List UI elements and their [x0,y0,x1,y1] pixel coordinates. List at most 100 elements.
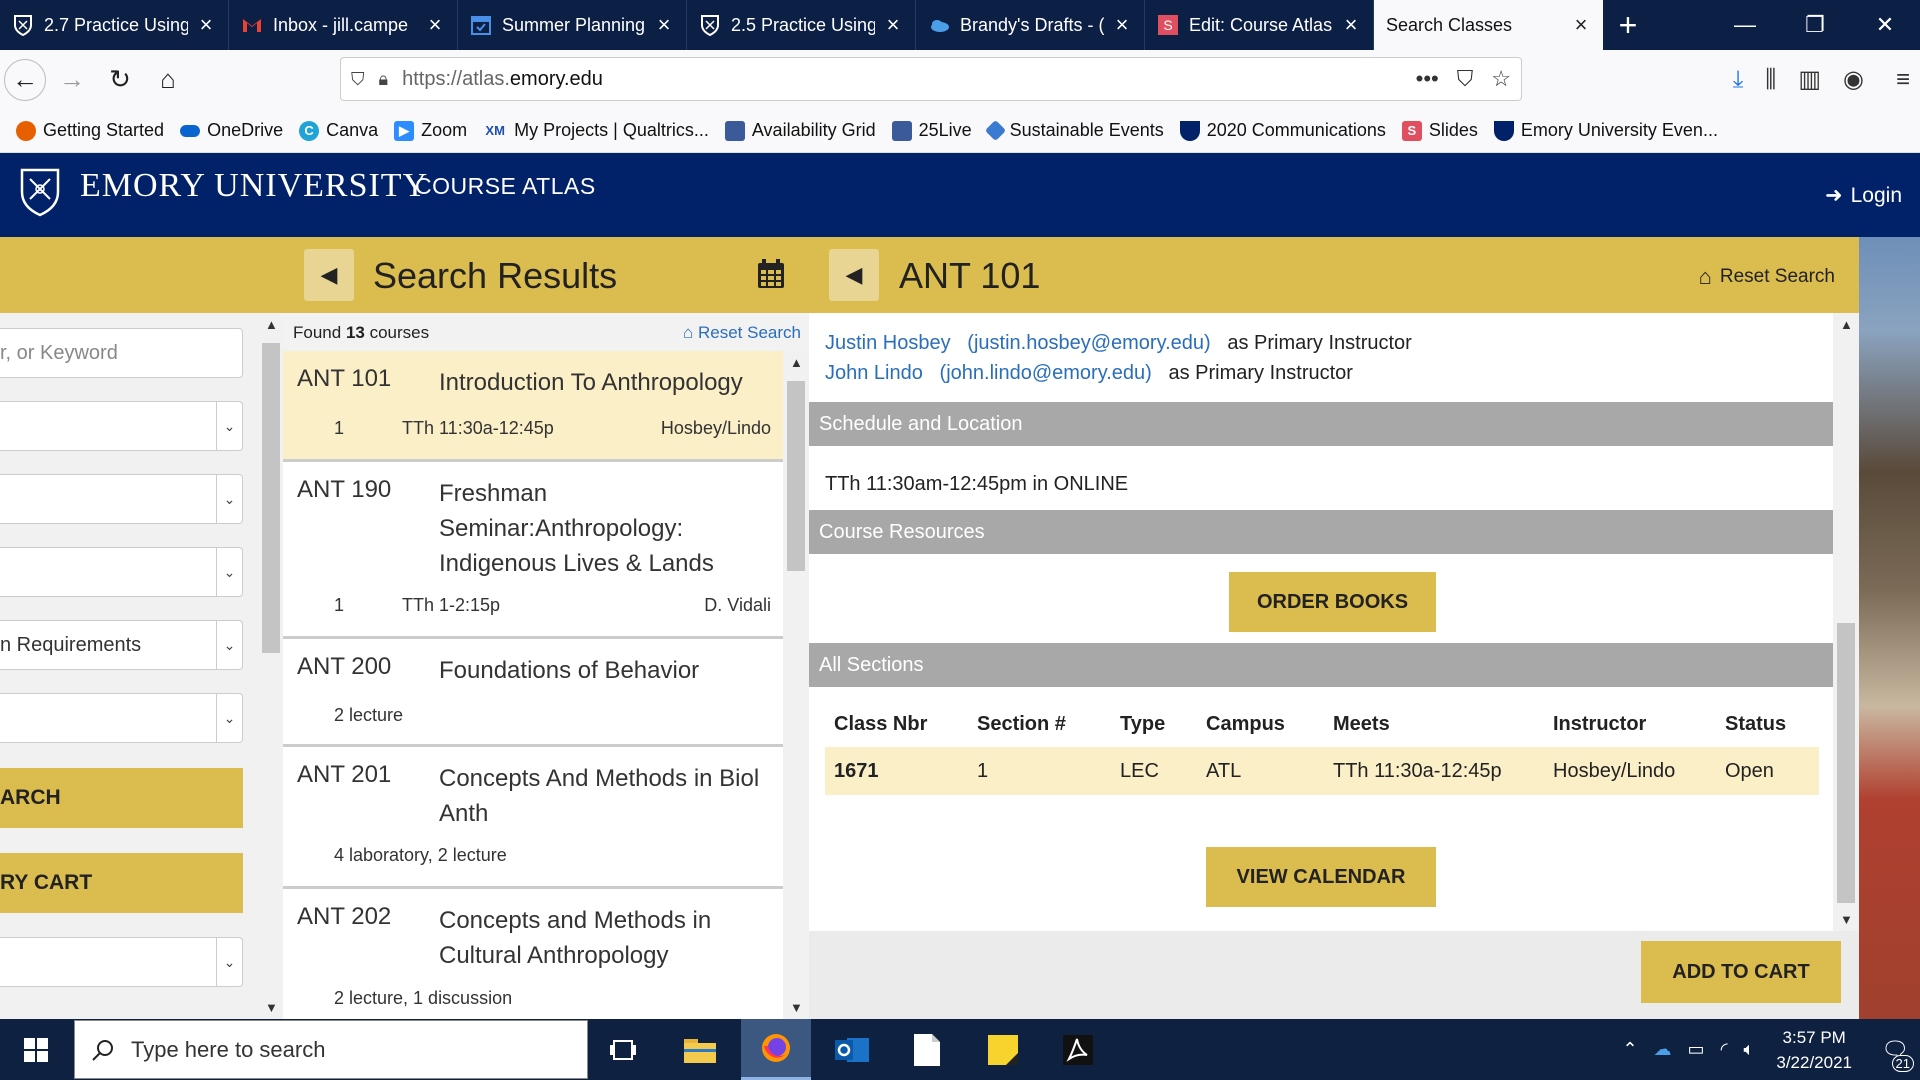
university-name[interactable]: EMORY UNIVERSITY [80,167,428,205]
browser-tab[interactable]: Summer Planning × [458,0,687,50]
taskbar-search-box[interactable]: Type here to search [74,1020,588,1079]
home-button[interactable]: ⌂ [146,58,190,102]
instructor-name-link[interactable]: Justin Hosbey [825,332,951,354]
course-result[interactable]: ANT 200 Foundations of Behavior 2 lectur… [283,639,783,747]
library-icon[interactable]: ⫼ [1765,66,1776,94]
course-result[interactable]: ANT 201 Concepts And Methods in Biol Ant… [283,747,783,889]
bookmark-item[interactable]: C Canva [299,120,378,141]
close-tab-icon[interactable]: × [1112,12,1132,38]
notifications-button[interactable]: 🗨︎ 21 [1870,1019,1920,1080]
scrollbar-thumb[interactable] [1837,623,1855,903]
order-books-button[interactable]: ORDER BOOKS [1229,572,1436,632]
volume-icon[interactable]: 🔈︎ [1744,1039,1755,1060]
course-result-selected[interactable]: ANT 101 Introduction To Anthropology 1 T… [283,351,783,462]
browser-tab[interactable]: 2.7 Practice Using × [0,0,229,50]
bookmark-item[interactable]: OneDrive [180,120,283,141]
bookmark-item[interactable]: 25Live [891,120,972,141]
close-tab-icon[interactable]: × [1571,12,1591,38]
view-calendar-button[interactable]: VIEW CALENDAR [1206,847,1436,907]
close-tab-icon[interactable]: × [196,12,216,38]
filter-select[interactable]: ⌄ [0,401,243,451]
requirements-select[interactable]: n Requirements ⌄ [0,620,243,670]
bookmark-item[interactable]: S Slides [1401,120,1478,141]
account-icon[interactable]: ◉ [1843,65,1864,94]
scrollbar-thumb[interactable] [262,343,280,653]
start-button[interactable] [0,1019,72,1080]
notepad-taskbar-button[interactable] [892,1019,962,1080]
scroll-up-icon[interactable]: ▲ [1840,317,1853,332]
acrobat-taskbar-button[interactable] [1043,1019,1113,1080]
scroll-down-icon[interactable]: ▼ [790,1000,803,1015]
course-result[interactable]: ANT 190 Freshman Seminar:Anthropology: I… [283,462,783,639]
browser-tab-active[interactable]: Search Classes × [1374,0,1603,50]
detail-scrollbar[interactable]: ▲ ▼ [1833,313,1859,931]
browser-tab[interactable]: 2.5 Practice Using × [687,0,916,50]
filter-select[interactable]: ⌄ [0,937,243,987]
restore-icon[interactable]: ❐ [1780,0,1850,50]
add-to-cart-button[interactable]: ADD TO CART [1641,941,1841,1003]
bookmark-item[interactable]: ▶ Zoom [394,120,467,141]
scrollbar-thumb[interactable] [787,381,805,571]
filter-select[interactable]: ⌄ [0,693,243,743]
instructor-email-link[interactable]: (john.lindo@emory.edu) [940,362,1152,384]
table-row[interactable]: 1671 1 LEC ATL TTh 11:30a-12:45p Hosbey/… [825,747,1819,795]
scroll-down-icon[interactable]: ▼ [1840,912,1853,927]
calendar-icon[interactable] [757,259,785,289]
filter-select[interactable]: ⌄ [0,547,243,597]
instructor-email-link[interactable]: (justin.hosbey@emory.edu) [967,332,1210,354]
task-view-button[interactable] [588,1019,658,1080]
close-window-icon[interactable]: ✕ [1850,0,1920,50]
browser-tab[interactable]: Inbox - jill.campe × [229,0,458,50]
download-icon[interactable]: ⤓ [1733,66,1744,94]
scroll-up-icon[interactable]: ▲ [265,317,278,332]
bookmark-item[interactable]: 2020 Communications [1179,120,1386,141]
close-tab-icon[interactable]: × [654,12,674,38]
view-cart-button[interactable]: RY CART [0,853,243,913]
filter-scrollbar[interactable]: ▲ ▼ [259,313,283,1019]
sidebar-icon[interactable]: ▥ [1798,65,1821,94]
detail-back-button[interactable]: ◀ [829,249,879,301]
outlook-taskbar-button[interactable] [817,1019,887,1080]
close-tab-icon[interactable]: × [883,12,903,38]
search-button[interactable]: ARCH [0,768,243,828]
new-tab-button[interactable]: + [1603,0,1653,50]
clock[interactable]: 3:57 PM 3/22/2021 [1776,1025,1852,1075]
forward-button[interactable]: → [50,58,94,102]
bookmark-item[interactable]: Sustainable Events [984,119,1164,142]
reload-button[interactable]: ↻ [98,58,142,102]
instructor-name-link[interactable]: John Lindo [825,362,923,384]
more-actions-icon[interactable]: ••• [1416,66,1439,92]
file-explorer-button[interactable] [665,1019,735,1080]
keyword-search-input[interactable]: r, or Keyword [0,328,243,378]
scroll-up-icon[interactable]: ▲ [790,355,803,370]
minimize-icon[interactable]: — [1710,0,1780,50]
bookmark-star-icon[interactable]: ☆ [1491,66,1511,92]
bookmark-item[interactable]: XM My Projects | Qualtrics... [483,120,708,141]
pocket-icon[interactable]: ⛉ [1457,66,1474,92]
browser-tab[interactable]: S Edit: Course Atlas × [1145,0,1374,50]
close-tab-icon[interactable]: × [425,12,445,38]
close-tab-icon[interactable]: × [1341,12,1361,38]
reset-search-link[interactable]: ⌂ Reset Search [683,323,801,343]
bookmark-item[interactable]: Getting Started [16,120,164,141]
wifi-icon[interactable]: ◜ [1721,1039,1728,1060]
results-scrollbar[interactable]: ▲ ▼ [783,351,809,1019]
url-text[interactable]: https://atlas.emory.edu [402,68,603,91]
results-back-button[interactable]: ◀ [304,249,354,301]
app-name[interactable]: COURSE ATLAS [415,173,596,200]
filter-select[interactable]: ⌄ [0,474,243,524]
menu-icon[interactable]: ≡ [1896,66,1910,94]
firefox-taskbar-button[interactable] [741,1019,811,1080]
scroll-down-icon[interactable]: ▼ [265,1000,278,1015]
battery-icon[interactable]: ▭ [1688,1039,1705,1060]
emory-logo-icon[interactable] [18,167,62,217]
reset-search-button[interactable]: ⌂ Reset Search [1699,264,1835,290]
back-button[interactable]: ← [4,58,46,101]
bookmark-item[interactable]: Emory University Even... [1493,120,1718,141]
course-result[interactable]: ANT 202 Concepts and Methods in Cultural… [283,889,783,1019]
bookmark-item[interactable]: Availability Grid [724,120,876,141]
sticky-notes-taskbar-button[interactable] [968,1019,1038,1080]
browser-tab[interactable]: Brandy's Drafts - ( × [916,0,1145,50]
onedrive-icon[interactable]: ☁ [1654,1039,1672,1060]
login-link[interactable]: ➜ Login [1825,183,1902,208]
